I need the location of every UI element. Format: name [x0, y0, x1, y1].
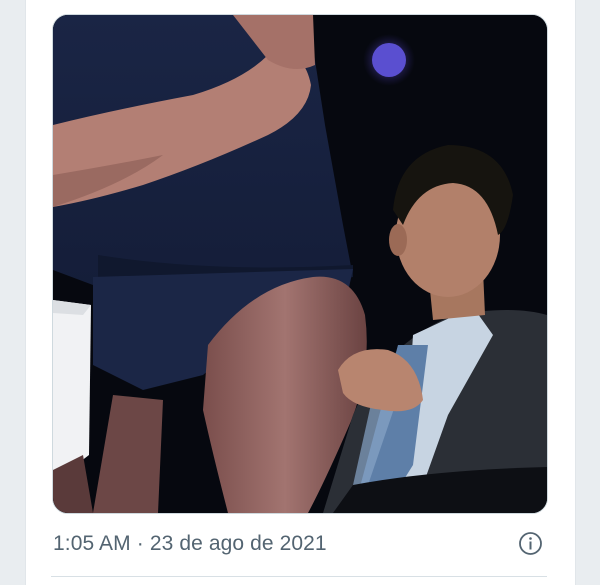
tweet-card: 1:05 AM · 23 de ago de 2021 [25, 0, 576, 585]
tweet-time: 1:05 AM [53, 532, 131, 555]
tweet-photo[interactable] [52, 14, 548, 514]
tweet-date: 23 de ago de 2021 [149, 532, 327, 555]
timestamp-separator: · [136, 532, 144, 555]
photo-illustration [53, 15, 547, 513]
tweet-timestamp[interactable]: 1:05 AM · 23 de ago de 2021 [53, 529, 327, 559]
divider [51, 576, 547, 577]
info-icon[interactable] [518, 531, 543, 556]
